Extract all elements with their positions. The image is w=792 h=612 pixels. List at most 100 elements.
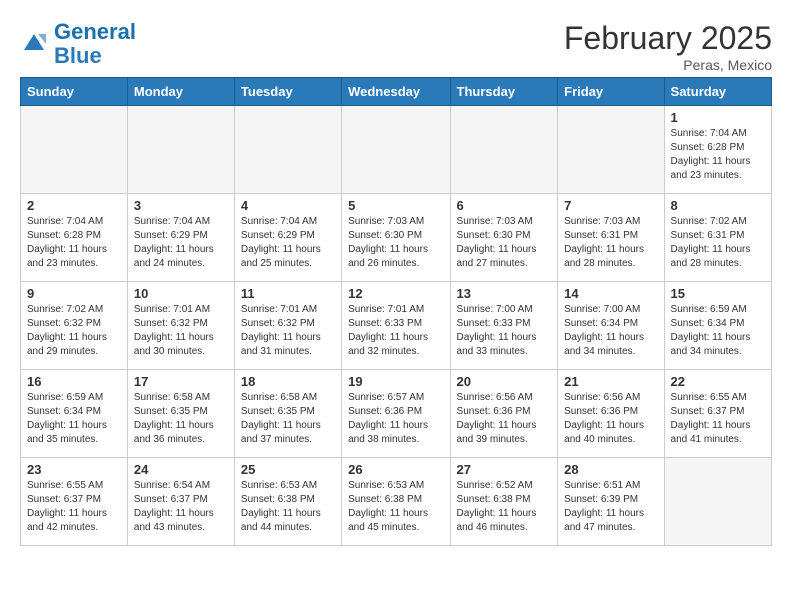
day-info: Sunrise: 7:01 AM Sunset: 6:33 PM Dayligh… xyxy=(348,303,443,359)
week-row-2: 2Sunrise: 7:04 AM Sunset: 6:28 PM Daylig… xyxy=(21,194,772,282)
day-info: Sunrise: 7:03 AM Sunset: 6:30 PM Dayligh… xyxy=(457,215,552,271)
week-row-5: 23 Sunrise: 6:55 AM Sunset: 6:37 PM Dayli… xyxy=(21,458,772,546)
calendar-cell: 26 Sunrise: 6:53 AM Sunset: 6:38 PM Dayli… xyxy=(342,458,450,546)
logo: General Blue xyxy=(20,20,136,68)
calendar-cell: 14 Sunrise: 7:00 AM Sunset: 6:34 PM Dayli… xyxy=(558,282,664,370)
day-info: Sunrise: 6:54 AM Sunset: 6:37 PM Dayligh… xyxy=(134,479,228,535)
day-info: Sunrise: 7:04 AM Sunset: 6:29 PM Dayligh… xyxy=(134,215,228,271)
calendar-cell xyxy=(21,106,128,194)
day-info: Sunrise: 6:59 AM Sunset: 6:34 PM Dayligh… xyxy=(27,391,121,447)
day-number: 1 xyxy=(671,110,765,125)
month-title: February 2025 xyxy=(564,20,772,57)
day-info: Sunrise: 6:52 AM Sunset: 6:38 PM Dayligh… xyxy=(457,479,552,535)
day-number: 20 xyxy=(457,374,552,389)
calendar-cell: 16 Sunrise: 6:59 AM Sunset: 6:34 PM Dayli… xyxy=(21,370,128,458)
calendar-cell xyxy=(127,106,234,194)
logo-blue: Blue xyxy=(54,43,102,68)
day-info: Sunrise: 6:53 AM Sunset: 6:38 PM Dayligh… xyxy=(241,479,335,535)
calendar-cell: 10Sunrise: 7:01 AM Sunset: 6:32 PM Dayli… xyxy=(127,282,234,370)
day-info: Sunrise: 6:58 AM Sunset: 6:35 PM Dayligh… xyxy=(241,391,335,447)
day-number: 17 xyxy=(134,374,228,389)
calendar-cell: 11Sunrise: 7:01 AM Sunset: 6:32 PM Dayli… xyxy=(234,282,341,370)
day-info: Sunrise: 7:04 AM Sunset: 6:28 PM Dayligh… xyxy=(671,127,765,183)
calendar-cell: 24 Sunrise: 6:54 AM Sunset: 6:37 PM Dayli… xyxy=(127,458,234,546)
page-header: General Blue February 2025 Peras, Mexico xyxy=(20,20,772,73)
day-number: 16 xyxy=(27,374,121,389)
week-row-1: 1 Sunrise: 7:04 AM Sunset: 6:28 PM Daylig… xyxy=(21,106,772,194)
logo-text: General Blue xyxy=(54,20,136,68)
day-number: 24 xyxy=(134,462,228,477)
calendar-cell: 19 Sunrise: 6:57 AM Sunset: 6:36 PM Dayli… xyxy=(342,370,450,458)
day-number: 19 xyxy=(348,374,443,389)
calendar-cell xyxy=(558,106,664,194)
day-number: 6 xyxy=(457,198,552,213)
day-info: Sunrise: 7:03 AM Sunset: 6:30 PM Dayligh… xyxy=(348,215,443,271)
day-number: 13 xyxy=(457,286,552,301)
calendar-cell xyxy=(664,458,771,546)
calendar-cell: 5Sunrise: 7:03 AM Sunset: 6:30 PM Daylig… xyxy=(342,194,450,282)
calendar-cell: 23 Sunrise: 6:55 AM Sunset: 6:37 PM Dayli… xyxy=(21,458,128,546)
day-info: Sunrise: 6:59 AM Sunset: 6:34 PM Dayligh… xyxy=(671,303,765,359)
calendar-cell: 2Sunrise: 7:04 AM Sunset: 6:28 PM Daylig… xyxy=(21,194,128,282)
day-number: 11 xyxy=(241,286,335,301)
calendar-cell: 3 Sunrise: 7:04 AM Sunset: 6:29 PM Daylig… xyxy=(127,194,234,282)
day-info: Sunrise: 6:58 AM Sunset: 6:35 PM Dayligh… xyxy=(134,391,228,447)
day-info: Sunrise: 6:53 AM Sunset: 6:38 PM Dayligh… xyxy=(348,479,443,535)
day-number: 21 xyxy=(564,374,657,389)
day-number: 15 xyxy=(671,286,765,301)
logo-general: General xyxy=(54,19,136,44)
day-info: Sunrise: 6:55 AM Sunset: 6:37 PM Dayligh… xyxy=(671,391,765,447)
logo-icon xyxy=(20,30,48,58)
day-number: 23 xyxy=(27,462,121,477)
day-number: 22 xyxy=(671,374,765,389)
col-header-thursday: Thursday xyxy=(450,78,558,106)
calendar-cell: 1 Sunrise: 7:04 AM Sunset: 6:28 PM Daylig… xyxy=(664,106,771,194)
day-info: Sunrise: 7:04 AM Sunset: 6:29 PM Dayligh… xyxy=(241,215,335,271)
week-row-4: 16 Sunrise: 6:59 AM Sunset: 6:34 PM Dayli… xyxy=(21,370,772,458)
day-number: 18 xyxy=(241,374,335,389)
calendar-cell: 7Sunrise: 7:03 AM Sunset: 6:31 PM Daylig… xyxy=(558,194,664,282)
day-info: Sunrise: 6:57 AM Sunset: 6:36 PM Dayligh… xyxy=(348,391,443,447)
col-header-tuesday: Tuesday xyxy=(234,78,341,106)
calendar-cell: 18 Sunrise: 6:58 AM Sunset: 6:35 PM Dayli… xyxy=(234,370,341,458)
calendar-cell: 15 Sunrise: 6:59 AM Sunset: 6:34 PM Dayli… xyxy=(664,282,771,370)
day-number: 28 xyxy=(564,462,657,477)
day-info: Sunrise: 6:55 AM Sunset: 6:37 PM Dayligh… xyxy=(27,479,121,535)
day-info: Sunrise: 6:51 AM Sunset: 6:39 PM Dayligh… xyxy=(564,479,657,535)
calendar-cell: 22 Sunrise: 6:55 AM Sunset: 6:37 PM Dayli… xyxy=(664,370,771,458)
col-header-monday: Monday xyxy=(127,78,234,106)
col-header-wednesday: Wednesday xyxy=(342,78,450,106)
day-info: Sunrise: 6:56 AM Sunset: 6:36 PM Dayligh… xyxy=(457,391,552,447)
day-number: 25 xyxy=(241,462,335,477)
day-info: Sunrise: 7:00 AM Sunset: 6:33 PM Dayligh… xyxy=(457,303,552,359)
day-info: Sunrise: 6:56 AM Sunset: 6:36 PM Dayligh… xyxy=(564,391,657,447)
calendar-cell: 28 Sunrise: 6:51 AM Sunset: 6:39 PM Dayli… xyxy=(558,458,664,546)
calendar-cell: 6 Sunrise: 7:03 AM Sunset: 6:30 PM Daylig… xyxy=(450,194,558,282)
day-info: Sunrise: 7:02 AM Sunset: 6:31 PM Dayligh… xyxy=(671,215,765,271)
location-subtitle: Peras, Mexico xyxy=(564,57,772,73)
day-number: 27 xyxy=(457,462,552,477)
col-header-saturday: Saturday xyxy=(664,78,771,106)
day-number: 9 xyxy=(27,286,121,301)
day-number: 7 xyxy=(564,198,657,213)
calendar-header-row: SundayMondayTuesdayWednesdayThursdayFrid… xyxy=(21,78,772,106)
day-number: 14 xyxy=(564,286,657,301)
calendar-cell: 8 Sunrise: 7:02 AM Sunset: 6:31 PM Daylig… xyxy=(664,194,771,282)
col-header-friday: Friday xyxy=(558,78,664,106)
calendar-cell: 17 Sunrise: 6:58 AM Sunset: 6:35 PM Dayli… xyxy=(127,370,234,458)
day-number: 10 xyxy=(134,286,228,301)
calendar-cell xyxy=(450,106,558,194)
calendar-cell: 4Sunrise: 7:04 AM Sunset: 6:29 PM Daylig… xyxy=(234,194,341,282)
calendar-table: SundayMondayTuesdayWednesdayThursdayFrid… xyxy=(20,77,772,546)
calendar-cell: 12 Sunrise: 7:01 AM Sunset: 6:33 PM Dayli… xyxy=(342,282,450,370)
day-number: 8 xyxy=(671,198,765,213)
day-number: 26 xyxy=(348,462,443,477)
calendar-cell: 13 Sunrise: 7:00 AM Sunset: 6:33 PM Dayli… xyxy=(450,282,558,370)
week-row-3: 9Sunrise: 7:02 AM Sunset: 6:32 PM Daylig… xyxy=(21,282,772,370)
calendar-cell: 20 Sunrise: 6:56 AM Sunset: 6:36 PM Dayli… xyxy=(450,370,558,458)
day-number: 3 xyxy=(134,198,228,213)
day-info: Sunrise: 7:00 AM Sunset: 6:34 PM Dayligh… xyxy=(564,303,657,359)
calendar-cell: 27 Sunrise: 6:52 AM Sunset: 6:38 PM Dayli… xyxy=(450,458,558,546)
day-number: 2 xyxy=(27,198,121,213)
day-number: 12 xyxy=(348,286,443,301)
